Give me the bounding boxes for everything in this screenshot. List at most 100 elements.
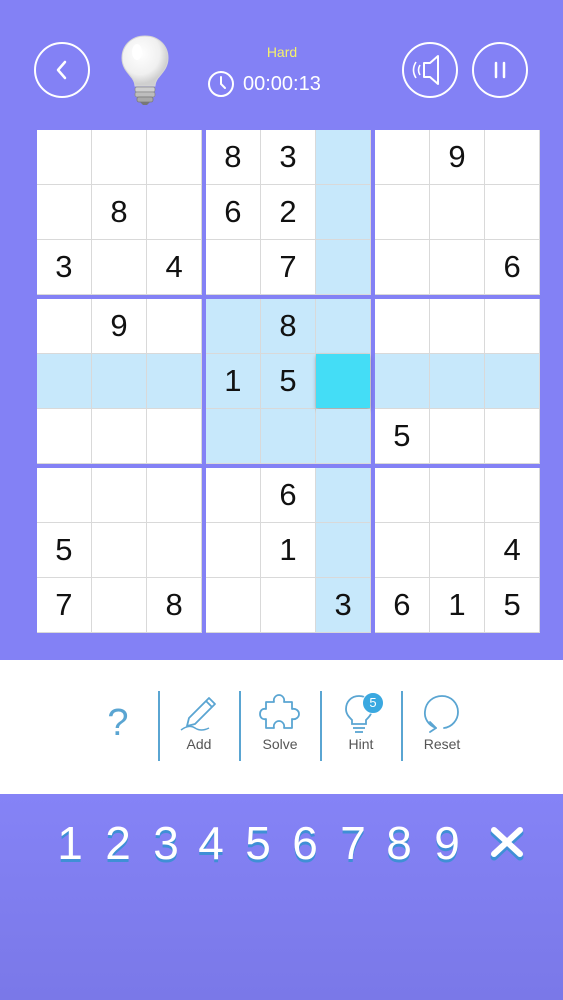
board-cell[interactable]	[430, 523, 484, 577]
sound-button[interactable]	[402, 42, 458, 98]
board-cell[interactable]: 5	[37, 523, 91, 577]
board-cell[interactable]: 3	[316, 578, 370, 632]
add-button[interactable]: Add	[159, 690, 239, 766]
board-cell[interactable]	[261, 409, 315, 463]
board-cell[interactable]	[37, 299, 91, 353]
board-cell[interactable]	[375, 354, 429, 408]
board-cell[interactable]	[375, 523, 429, 577]
board-cell[interactable]: 8	[92, 185, 146, 239]
back-button[interactable]	[34, 42, 90, 98]
board-cell[interactable]	[485, 130, 539, 184]
board-cell[interactable]	[375, 240, 429, 294]
help-button[interactable]: ?	[78, 690, 158, 766]
number-key-5[interactable]: 5	[235, 816, 281, 870]
board-cell[interactable]	[206, 523, 260, 577]
lightbulb-icon[interactable]	[117, 34, 173, 106]
board-cell[interactable]	[92, 409, 146, 463]
board-cell[interactable]: 6	[485, 240, 539, 294]
board-cell[interactable]: 6	[261, 468, 315, 522]
board-cell[interactable]: 7	[37, 578, 91, 632]
board-cell[interactable]: 6	[375, 578, 429, 632]
board-cell[interactable]: 1	[261, 523, 315, 577]
number-key-4[interactable]: 4	[188, 816, 234, 870]
number-key-6[interactable]: 6	[282, 816, 328, 870]
board-cell[interactable]	[485, 299, 539, 353]
number-key-3[interactable]: 3	[143, 816, 189, 870]
board-cell[interactable]	[37, 409, 91, 463]
board-cell[interactable]	[316, 185, 370, 239]
board-cell[interactable]	[92, 523, 146, 577]
board-cell[interactable]	[316, 240, 370, 294]
board-cell[interactable]	[92, 240, 146, 294]
number-key-8[interactable]: 8	[376, 816, 422, 870]
board-cell[interactable]	[206, 578, 260, 632]
reset-button[interactable]: Reset	[402, 690, 482, 766]
board-cell[interactable]	[92, 578, 146, 632]
board-cell[interactable]	[37, 130, 91, 184]
board-cell[interactable]	[147, 130, 201, 184]
board-cell[interactable]	[375, 130, 429, 184]
number-key-2[interactable]: 2	[95, 816, 141, 870]
number-key-7[interactable]: 7	[330, 816, 376, 870]
board-cell[interactable]	[485, 185, 539, 239]
board-cell[interactable]: 4	[485, 523, 539, 577]
board-cell[interactable]	[206, 299, 260, 353]
board-cell[interactable]	[147, 523, 201, 577]
board-cell[interactable]	[147, 299, 201, 353]
board-cell[interactable]: 1	[430, 578, 484, 632]
board-cell[interactable]	[147, 409, 201, 463]
board-cell[interactable]: 7	[261, 240, 315, 294]
board-cell[interactable]	[37, 468, 91, 522]
board-cell[interactable]: 9	[430, 130, 484, 184]
board-cell[interactable]	[430, 240, 484, 294]
board-cell[interactable]: 8	[261, 299, 315, 353]
board-cell[interactable]: 5	[375, 409, 429, 463]
pause-button[interactable]	[472, 42, 528, 98]
board-cell[interactable]: 8	[147, 578, 201, 632]
board-cell[interactable]: 3	[37, 240, 91, 294]
board-cell[interactable]	[375, 185, 429, 239]
board-cell[interactable]	[485, 409, 539, 463]
board-cell[interactable]	[316, 523, 370, 577]
board-cell[interactable]	[430, 299, 484, 353]
board-cell[interactable]	[92, 354, 146, 408]
board-cell[interactable]	[147, 468, 201, 522]
board-cell[interactable]: 3	[261, 130, 315, 184]
board-cell[interactable]	[206, 240, 260, 294]
board-cell[interactable]	[147, 354, 201, 408]
erase-icon[interactable]	[487, 824, 527, 864]
board-cell[interactable]	[430, 468, 484, 522]
board-cell[interactable]	[430, 354, 484, 408]
board-cell[interactable]: 2	[261, 185, 315, 239]
board-cell[interactable]	[430, 185, 484, 239]
board-cell[interactable]	[316, 468, 370, 522]
board-cell[interactable]	[430, 409, 484, 463]
board-cell[interactable]	[37, 185, 91, 239]
board-cell[interactable]	[261, 578, 315, 632]
number-key-1[interactable]: 1	[47, 816, 93, 870]
board-cell[interactable]	[316, 354, 370, 408]
board-cell[interactable]	[375, 468, 429, 522]
board-cell[interactable]: 1	[206, 354, 260, 408]
board-cell[interactable]	[316, 409, 370, 463]
board-cell[interactable]	[316, 299, 370, 353]
board-cell[interactable]: 5	[261, 354, 315, 408]
solve-button[interactable]: Solve	[240, 690, 320, 766]
board-cell[interactable]	[485, 354, 539, 408]
board-cell[interactable]	[206, 409, 260, 463]
board-cell[interactable]: 4	[147, 240, 201, 294]
board-cell[interactable]: 6	[206, 185, 260, 239]
board-cell[interactable]	[92, 130, 146, 184]
board-cell[interactable]	[37, 354, 91, 408]
board-cell[interactable]	[485, 468, 539, 522]
board-cell[interactable]	[92, 468, 146, 522]
board-cell[interactable]: 9	[92, 299, 146, 353]
hint-button[interactable]: 5 Hint	[321, 690, 401, 766]
board-cell[interactable]	[375, 299, 429, 353]
board-cell[interactable]	[147, 185, 201, 239]
board-cell[interactable]	[206, 468, 260, 522]
board-cell[interactable]	[316, 130, 370, 184]
board-cell[interactable]: 5	[485, 578, 539, 632]
board-cell[interactable]: 8	[206, 130, 260, 184]
number-key-9[interactable]: 9	[424, 816, 470, 870]
